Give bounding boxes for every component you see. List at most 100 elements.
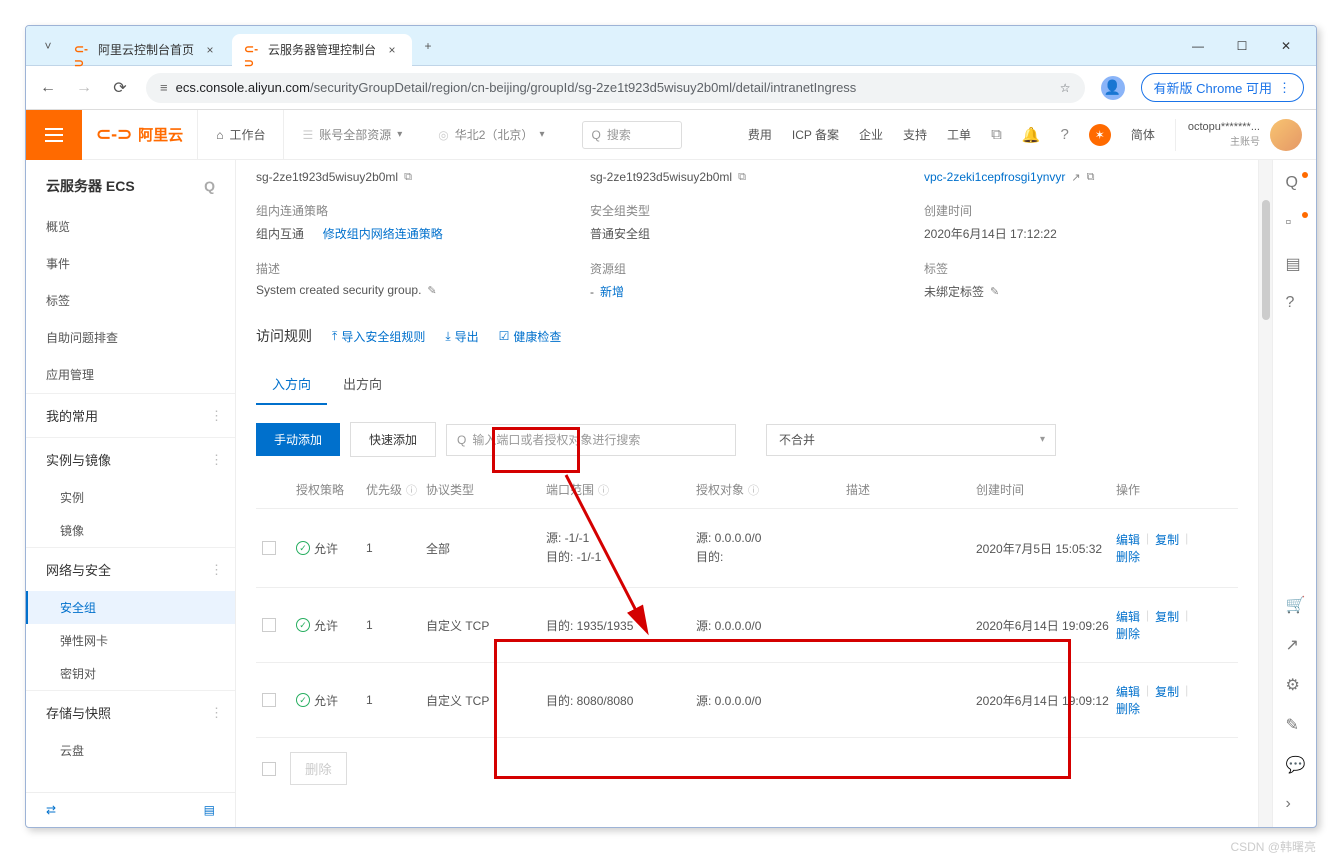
apps-icon[interactable]: ✶ (1089, 124, 1111, 146)
delete-action[interactable]: 删除 (1116, 700, 1140, 717)
url-field[interactable]: ≡ ecs.console.aliyun.com/securityGroupDe… (146, 73, 1085, 103)
search-icon[interactable]: Q (1286, 174, 1304, 192)
edit-action[interactable]: 编辑 (1116, 531, 1140, 548)
add-resource-link[interactable]: 新增 (600, 283, 624, 300)
cart-icon[interactable]: 🛒 (1286, 595, 1304, 613)
scroll-thumb[interactable] (1262, 200, 1270, 320)
copy-action[interactable]: 复制 (1155, 683, 1179, 700)
edit-action[interactable]: 编辑 (1116, 683, 1140, 700)
scrollbar[interactable] (1258, 160, 1272, 827)
nav-link-ticket[interactable]: 工单 (947, 126, 971, 143)
user-menu[interactable]: octopu*******... 主账号 (1175, 119, 1302, 151)
sidebar-item-image[interactable]: 镜像 (26, 514, 235, 547)
sidebar-item-eni[interactable]: 弹性网卡 (26, 624, 235, 657)
tab-egress[interactable]: 出方向 (327, 364, 398, 405)
delete-action[interactable]: 删除 (1116, 548, 1140, 565)
quick-add-button[interactable]: 快速添加 (350, 422, 436, 457)
sidebar-item-instance[interactable]: 实例 (26, 481, 235, 514)
browser-tab[interactable]: ⊂-⊃ 阿里云控制台首页 × (62, 34, 230, 66)
help-icon[interactable]: ⓘ (406, 482, 417, 498)
edit-action[interactable]: 编辑 (1116, 608, 1140, 625)
edit-icon[interactable]: ✎ (1286, 715, 1304, 733)
health-check-button[interactable]: ☑健康检查 (499, 328, 562, 345)
sidebar-item-tags[interactable]: 标签 (26, 282, 235, 319)
more-icon[interactable]: ⋮ (210, 562, 223, 578)
collapse-icon[interactable]: ▤ (204, 803, 215, 817)
copy-icon[interactable]: ⧉ (738, 171, 746, 184)
maximize-icon[interactable]: ☐ (1228, 32, 1256, 60)
copy-action[interactable]: 复制 (1155, 531, 1179, 548)
sidebar-group-network[interactable]: 网络与安全 ⋮ (26, 547, 235, 591)
help-icon[interactable]: ⓘ (598, 482, 609, 498)
reload-icon[interactable]: ⟳ (110, 78, 130, 98)
sidebar-group-instance[interactable]: 实例与镜像 ⋮ (26, 437, 235, 481)
sidebar-group-favorites[interactable]: 我的常用 ⋮ (26, 393, 235, 437)
sidebar-item-keypair[interactable]: 密钥对 (26, 657, 235, 690)
edit-icon[interactable]: ✎ (427, 284, 436, 297)
external-icon[interactable]: ↗ (1071, 171, 1080, 184)
copy-icon[interactable]: ⧉ (1087, 171, 1095, 184)
delete-action[interactable]: 删除 (1116, 625, 1140, 642)
gear-icon[interactable]: ⚙ (1286, 675, 1304, 693)
export-rules-button[interactable]: ⤓导出 (445, 328, 478, 345)
close-icon[interactable]: ✕ (1272, 32, 1300, 60)
row-checkbox[interactable] (262, 618, 276, 632)
tab-ingress[interactable]: 入方向 (256, 364, 327, 405)
star-icon[interactable]: ☆ (1060, 81, 1071, 95)
site-info-icon[interactable]: ≡ (160, 80, 168, 95)
browser-tab[interactable]: ⊂-⊃ 云服务器管理控制台 × (232, 34, 412, 66)
sidebar-item-overview[interactable]: 概览 (26, 208, 235, 245)
edit-icon[interactable]: ✎ (990, 285, 999, 298)
close-icon[interactable]: × (384, 42, 400, 58)
profile-icon[interactable]: 👤 (1101, 76, 1125, 100)
help-icon[interactable]: ? (1060, 126, 1068, 143)
copy-action[interactable]: 复制 (1155, 608, 1179, 625)
workbench-link[interactable]: ⌂ 工作台 (198, 110, 284, 159)
vpc-link[interactable]: vpc-2zeki1cepfrosgi1ynvyr (924, 170, 1065, 184)
nav-link-icp[interactable]: ICP 备案 (792, 126, 839, 143)
api-icon[interactable]: ▤ (1286, 254, 1304, 272)
language-switch[interactable]: 简体 (1131, 126, 1155, 143)
more-icon[interactable]: ⋮ (210, 705, 223, 721)
help-icon[interactable]: ⓘ (748, 482, 759, 498)
add-rule-button[interactable]: 手动添加 (256, 423, 340, 456)
select-all-checkbox[interactable] (262, 762, 276, 776)
chat-icon[interactable]: 💬 (1286, 755, 1304, 773)
more-icon[interactable]: ⋮ (210, 408, 223, 424)
menu-button[interactable] (26, 110, 82, 160)
back-icon[interactable]: ← (38, 78, 58, 98)
nav-link-support[interactable]: 支持 (903, 126, 927, 143)
brand-logo[interactable]: ⊂-⊃ 阿里云 (82, 110, 198, 159)
account-scope-dropdown[interactable]: ☰ 账号全部资源 ▾ (284, 126, 420, 143)
edit-policy-link[interactable]: 修改组内网络连通策略 (323, 225, 443, 242)
region-dropdown[interactable]: ◎ 华北2（北京） ▾ (420, 126, 562, 143)
sidebar-item-securitygroup[interactable]: 安全组 (26, 591, 235, 624)
forward-icon[interactable]: → (74, 78, 94, 98)
header-search[interactable]: Q 搜索 (582, 121, 682, 149)
swap-icon[interactable]: ⇄ (46, 803, 56, 817)
sidebar-item-apps[interactable]: 应用管理 (26, 356, 235, 393)
close-icon[interactable]: × (202, 42, 218, 58)
nav-link-enterprise[interactable]: 企业 (859, 126, 883, 143)
help-icon[interactable]: ? (1286, 294, 1304, 312)
update-chrome-button[interactable]: 有新版 Chrome 可用 ⋮ (1141, 73, 1304, 102)
minimize-icon[interactable]: — (1184, 32, 1212, 60)
import-rules-button[interactable]: ⤒导入安全组规则 (332, 328, 425, 345)
share-icon[interactable]: ↗ (1286, 635, 1304, 653)
sidebar-group-storage[interactable]: 存储与快照 ⋮ (26, 690, 235, 734)
bell-icon[interactable]: 🔔 (1022, 126, 1041, 144)
cloudshell-icon[interactable]: ⧉ (991, 126, 1002, 143)
nav-link-fee[interactable]: 费用 (748, 126, 772, 143)
search-icon[interactable]: Q (204, 178, 215, 194)
sidebar-item-selfcheck[interactable]: 自助问题排查 (26, 319, 235, 356)
chevron-down-icon[interactable]: ˅ (34, 32, 62, 60)
row-checkbox[interactable] (262, 541, 276, 555)
merge-select[interactable]: 不合并 (766, 424, 1056, 456)
sidebar-item-events[interactable]: 事件 (26, 245, 235, 282)
copy-icon[interactable]: ⧉ (404, 171, 412, 184)
delete-selected-button[interactable]: 删除 (290, 752, 347, 785)
sidebar-item-disk[interactable]: 云盘 (26, 734, 235, 767)
row-checkbox[interactable] (262, 693, 276, 707)
book-icon[interactable]: ▫ (1286, 214, 1304, 232)
new-tab-button[interactable]: + (414, 32, 442, 60)
